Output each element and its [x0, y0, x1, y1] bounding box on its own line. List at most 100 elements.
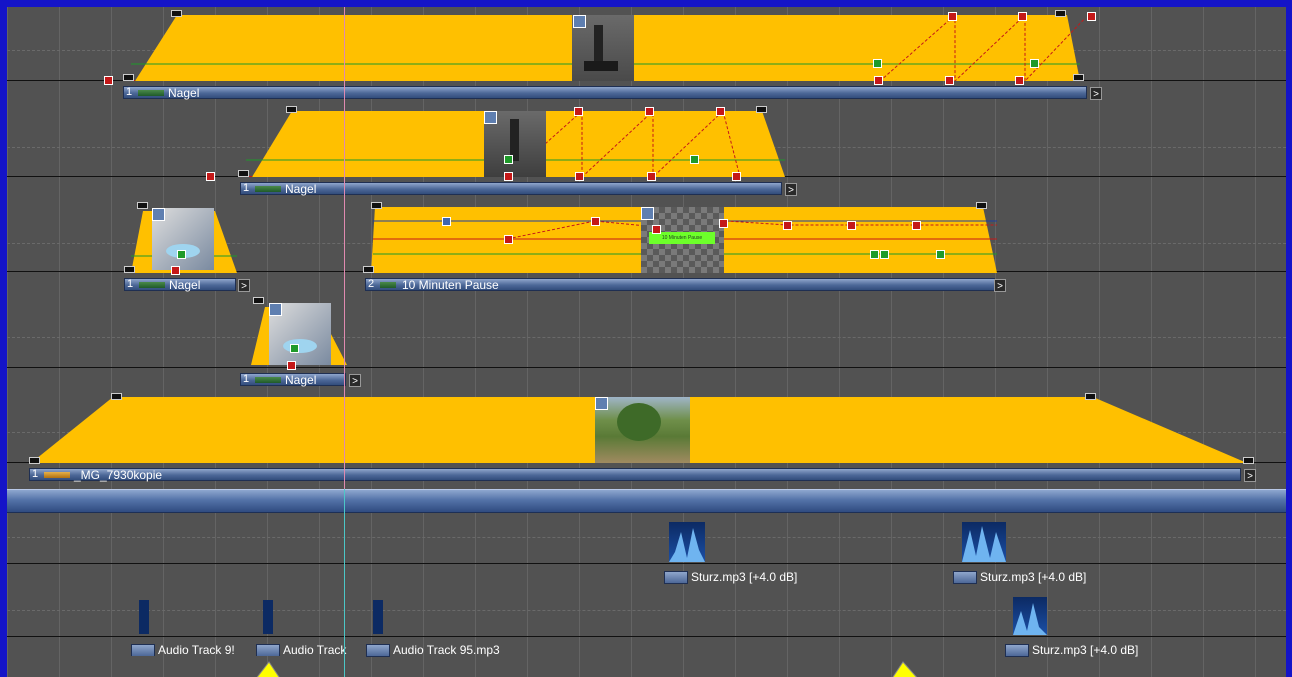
keyframe-marker[interactable]	[647, 172, 656, 181]
position-anchor[interactable]	[641, 207, 654, 220]
keyframe-marker[interactable]	[873, 59, 882, 68]
trim-handle[interactable]	[124, 266, 135, 273]
clip-end-button[interactable]: >	[1243, 469, 1256, 483]
trim-handle[interactable]	[1243, 457, 1254, 464]
clip-index: 1	[127, 278, 134, 290]
trim-handle[interactable]	[976, 202, 987, 209]
keyframe-marker[interactable]	[690, 155, 699, 164]
clip-bar[interactable]: 1 _MG_7930kopie	[29, 468, 1241, 482]
clip-end-button[interactable]: >	[993, 279, 1006, 293]
keyframe-marker[interactable]	[290, 344, 299, 353]
trim-handle[interactable]	[111, 393, 122, 400]
keyframe-marker[interactable]	[936, 250, 945, 259]
video-audio-divider[interactable]	[7, 489, 1286, 513]
audio-clip-label[interactable]: Audio Track 9!	[131, 643, 255, 656]
keyframe-marker[interactable]	[591, 217, 600, 226]
keyframe-marker[interactable]	[847, 221, 856, 230]
trim-handle[interactable]	[123, 74, 134, 81]
keyframe-marker[interactable]	[945, 76, 954, 85]
trim-handle[interactable]	[137, 202, 148, 209]
audio-waveform[interactable]	[669, 522, 705, 562]
audio-clip-label[interactable]: Sturz.mp3 [+4.0 dB]	[953, 570, 1087, 585]
keyframe-marker[interactable]	[652, 225, 661, 234]
position-anchor[interactable]	[595, 397, 608, 410]
trim-handle[interactable]	[363, 266, 374, 273]
trim-handle[interactable]	[253, 297, 264, 304]
keyframe-marker[interactable]	[504, 235, 513, 244]
cursor-arrow-icon	[256, 661, 280, 677]
position-anchor[interactable]	[152, 208, 165, 221]
keyframe-marker[interactable]	[716, 107, 725, 116]
trim-handle[interactable]	[1073, 74, 1084, 81]
audio-waveform[interactable]	[263, 600, 273, 634]
chevron-right-icon[interactable]: >	[785, 183, 797, 196]
chevron-right-icon[interactable]: >	[238, 279, 250, 292]
timeline-area[interactable]: 1 Nagel > 1 Nagel > 1 Nagel > 10 Minuten…	[7, 7, 1286, 677]
clip-end-button[interactable]: >	[237, 279, 250, 293]
keyframe-marker[interactable]	[574, 107, 583, 116]
keyframe-marker[interactable]	[645, 107, 654, 116]
clip-end-button[interactable]: >	[348, 374, 361, 388]
keyframe-marker[interactable]	[783, 221, 792, 230]
keyframe-marker[interactable]	[874, 76, 883, 85]
audio-clip-label[interactable]: Audio Track 95.mp3	[366, 643, 500, 658]
track-line	[7, 636, 1286, 637]
clip-bar[interactable]: 1 Nagel	[123, 86, 1087, 100]
audio-clip-icon	[256, 644, 280, 656]
keyframe-marker[interactable]	[1030, 59, 1039, 68]
audio-waveform[interactable]	[373, 600, 383, 634]
keyframe-marker[interactable]	[287, 361, 296, 370]
keyframe-marker[interactable]	[870, 250, 879, 259]
keyframe-marker[interactable]	[575, 172, 584, 181]
audio-clip-name: Sturz.mp3 [+4.0 dB]	[980, 570, 1087, 584]
trim-handle[interactable]	[238, 170, 249, 177]
audio-clip-label[interactable]: Sturz.mp3 [+4.0 dB]	[1005, 643, 1138, 658]
trim-handle[interactable]	[1085, 393, 1096, 400]
keyframe-marker[interactable]	[732, 172, 741, 181]
trim-handle[interactable]	[286, 106, 297, 113]
keyframe-marker[interactable]	[504, 172, 513, 181]
audio-clip-icon	[366, 644, 390, 658]
keyframe-marker[interactable]	[912, 221, 921, 230]
chevron-right-icon[interactable]: >	[994, 279, 1006, 292]
clip-bar[interactable]: 1 Nagel	[240, 182, 782, 196]
trim-handle[interactable]	[29, 457, 40, 464]
keyframe-marker[interactable]	[719, 219, 728, 228]
clip-end-button[interactable]: >	[784, 183, 797, 197]
keyframe-marker[interactable]	[104, 76, 113, 85]
clip-bar[interactable]: 1 Nagel	[240, 373, 346, 387]
position-anchor[interactable]	[484, 111, 497, 124]
keyframe-marker[interactable]	[177, 250, 186, 259]
keyframe-marker[interactable]	[504, 155, 513, 164]
chevron-right-icon[interactable]: >	[1244, 469, 1256, 482]
keyframe-marker[interactable]	[1015, 76, 1024, 85]
trim-handle[interactable]	[371, 202, 382, 209]
keyframe-marker[interactable]	[1018, 12, 1027, 21]
keyframe-marker[interactable]	[206, 172, 215, 181]
clip-bar[interactable]: 2 10 Minuten Pause	[365, 278, 995, 292]
clip-end-button[interactable]: >	[1089, 87, 1102, 101]
keyframe-marker[interactable]	[1087, 12, 1096, 21]
keyframe-marker[interactable]	[442, 217, 451, 226]
trim-handle[interactable]	[1055, 10, 1066, 17]
audio-clip-label[interactable]: Audio Track	[256, 643, 366, 656]
trim-handle[interactable]	[756, 106, 767, 113]
keyframe-marker[interactable]	[948, 12, 957, 21]
audio-clip-label[interactable]: Sturz.mp3 [+4.0 dB]	[664, 570, 798, 585]
chevron-right-icon[interactable]: >	[1090, 87, 1102, 100]
clip-bar[interactable]: 1 Nagel	[124, 278, 236, 292]
audio-waveform[interactable]	[1013, 597, 1047, 635]
audio-waveform[interactable]	[962, 522, 1006, 562]
trim-handle[interactable]	[171, 10, 182, 17]
position-anchor[interactable]	[269, 303, 282, 316]
keyframe-marker[interactable]	[880, 250, 889, 259]
audio-clip-name: Audio Track	[283, 643, 347, 656]
keyframe-marker[interactable]	[171, 266, 180, 275]
clip-index: 2	[368, 278, 375, 290]
audio-waveform[interactable]	[139, 600, 149, 634]
audio-playhead-line[interactable]	[344, 489, 345, 677]
audio-clip-name: Sturz.mp3 [+4.0 dB]	[691, 570, 798, 584]
position-anchor[interactable]	[573, 15, 586, 28]
clip-name: Nagel	[169, 278, 201, 292]
chevron-right-icon[interactable]: >	[349, 374, 361, 387]
